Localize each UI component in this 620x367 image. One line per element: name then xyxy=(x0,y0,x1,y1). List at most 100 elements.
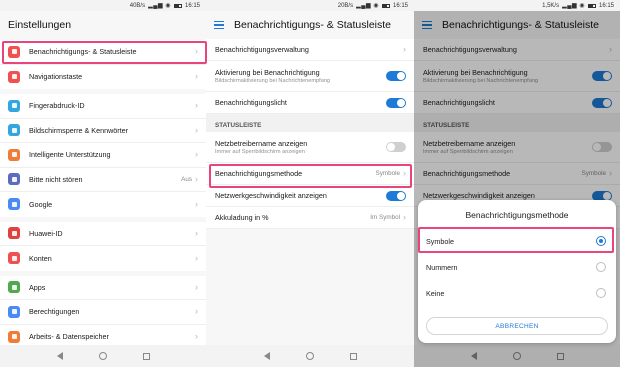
battery-icon xyxy=(381,3,390,8)
hand-icon xyxy=(8,148,20,161)
settings-section: Netzbetreibername anzeigen Immer auf Sper… xyxy=(206,132,414,229)
google-icon xyxy=(8,198,20,211)
settings-item-label: Navigationstaste xyxy=(29,72,83,82)
setting-description: Immer auf Sperrbildschirm anzeigen xyxy=(215,149,305,156)
chevron-right-icon: › xyxy=(195,46,198,57)
setting-aktivierung-bei-benachrichtigung[interactable]: Aktivierung bei Benachrichtigung Bildschi… xyxy=(206,61,414,92)
status-bar: 1,5K/s ▂▄▆ ◉ 16:15 xyxy=(414,0,620,11)
toggle-switch[interactable] xyxy=(386,71,406,81)
back-icon[interactable] xyxy=(56,352,63,360)
status-bar: 40B/s ▂▄▆ ◉ 16:15 xyxy=(0,0,206,11)
settings-item-label: Fingerabdruck-ID xyxy=(29,101,85,111)
radio-button[interactable] xyxy=(596,262,606,272)
home-icon[interactable] xyxy=(305,352,314,360)
settings-item-fingerabdruck-id[interactable]: Fingerabdruck-ID › xyxy=(0,94,206,119)
chevron-right-icon: › xyxy=(195,149,198,160)
menu-icon[interactable] xyxy=(214,21,224,29)
settings-item-label: Bitte nicht stören xyxy=(29,174,83,184)
settings-item-intelligente-unterst-tzung[interactable]: Intelligente Unterstützung › xyxy=(0,143,206,168)
settings-item-label: Google xyxy=(29,199,53,209)
settings-item-label: Bildschirmsperre & Kennwörter xyxy=(29,125,129,135)
setting-netzwerkgeschwindigkeit-anzeigen[interactable]: Netzwerkgeschwindigkeit anzeigen xyxy=(206,185,414,207)
settings-list: Benachrichtigungs- & Statusleiste › Naviga… xyxy=(0,40,206,354)
settings-item-apps[interactable]: Apps › xyxy=(0,276,206,300)
toggle-switch[interactable] xyxy=(386,142,406,152)
setting-text: Benachrichtigungsmethode xyxy=(215,169,376,178)
chevron-right-icon: › xyxy=(195,100,198,111)
settings-item-label: Berechtigungen xyxy=(29,307,80,317)
option-label: Symbole xyxy=(426,236,454,246)
setting-label: Benachrichtigungslicht xyxy=(215,98,287,107)
dialog-options: Symbole Nummern Keine xyxy=(418,228,616,306)
settings-item-label: Benachrichtigungs- & Statusleiste xyxy=(29,47,137,57)
notification-settings-list: Benachrichtigungsverwaltung › Aktivierung … xyxy=(206,39,414,229)
setting-label: Benachrichtigungsmethode xyxy=(215,169,303,178)
dialog-title: Benachrichtigungsmethode xyxy=(465,210,569,220)
home-icon[interactable] xyxy=(98,352,107,360)
radio-button[interactable] xyxy=(596,288,606,298)
chevron-right-icon: › xyxy=(403,168,406,178)
notification-settings-panel: 20B/s ▂▄▆ ◉ 16:15 Benachrichtigungs- & S… xyxy=(206,0,414,367)
notification-icon xyxy=(8,45,20,58)
setting-text: Netzwerkgeschwindigkeit anzeigen xyxy=(215,191,386,200)
navigation-bar xyxy=(206,345,414,367)
setting-label: Aktivierung bei Benachrichtigung xyxy=(215,67,320,77)
option-nummern[interactable]: Nummern xyxy=(418,254,616,280)
settings-item-label: Konten xyxy=(29,253,52,263)
recent-apps-icon[interactable] xyxy=(142,352,150,360)
settings-item-label: Arbeits- & Datenspeicher xyxy=(29,332,109,342)
notification-method-dialog: Benachrichtigungsmethode Symbole Nummern K… xyxy=(418,200,616,343)
settings-item-google[interactable]: Google › xyxy=(0,192,206,217)
chevron-right-icon: › xyxy=(195,227,198,238)
recent-apps-icon[interactable] xyxy=(349,352,357,360)
title-bar: Benachrichtigungs- & Statusleiste xyxy=(206,11,414,39)
settings-group: Fingerabdruck-ID › Bildschirmsperre & Kenn… xyxy=(0,94,206,217)
chevron-right-icon: › xyxy=(195,124,198,135)
chevron-right-icon: › xyxy=(195,281,198,292)
lock-icon xyxy=(8,124,20,137)
settings-item-konten[interactable]: Konten › xyxy=(0,246,206,271)
setting-label: Netzbetreibername anzeigen xyxy=(215,138,308,148)
setting-benachrichtigungsmethode[interactable]: Benachrichtigungsmethode Symbole › xyxy=(206,163,414,185)
settings-item-bitte-nicht-st-ren[interactable]: Bitte nicht stören Aus › xyxy=(0,168,206,192)
settings-item-benachrichtigungs-statusleiste[interactable]: Benachrichtigungs- & Statusleiste › xyxy=(0,40,206,65)
toggle-switch[interactable] xyxy=(386,97,406,108)
signal-icon: ▂▄▆ ◉ xyxy=(356,3,379,9)
apps-icon xyxy=(8,281,20,294)
chevron-right-icon: › xyxy=(403,212,406,222)
setting-akkuladung-in[interactable]: Akkuladung in % Im Symbol› xyxy=(206,207,414,229)
chevron-right-icon: › xyxy=(195,71,198,82)
setting-benachrichtigungsverwaltung[interactable]: Benachrichtigungsverwaltung › xyxy=(206,39,414,61)
back-icon[interactable] xyxy=(263,352,270,360)
network-speed: 20B/s xyxy=(337,2,354,9)
settings-item-bildschirmsperre-kennw-rter[interactable]: Bildschirmsperre & Kennwörter › xyxy=(0,119,206,143)
settings-section: Benachrichtigungsverwaltung › Aktivierung … xyxy=(206,39,414,114)
option-symbole[interactable]: Symbole xyxy=(418,228,616,254)
cancel-button[interactable]: ABBRECHEN xyxy=(426,317,608,335)
option-label: Nummern xyxy=(426,262,458,272)
status-bar: 20B/s ▂▄▆ ◉ 16:15 xyxy=(206,0,414,11)
settings-item-huawei-id[interactable]: Huawei-ID › xyxy=(0,222,206,246)
settings-item-value: Aus xyxy=(181,175,192,183)
setting-netzbetreibername-anzeigen[interactable]: Netzbetreibername anzeigen Immer auf Sper… xyxy=(206,132,414,163)
chevron-right-icon: › xyxy=(195,331,198,342)
setting-value: Symbole xyxy=(375,170,401,177)
settings-item-berechtigungen[interactable]: Berechtigungen › xyxy=(0,300,206,325)
settings-item-navigationstaste[interactable]: Navigationstaste › xyxy=(0,65,206,90)
setting-label: Akkuladung in % xyxy=(215,213,269,222)
toggle-switch[interactable] xyxy=(386,190,406,201)
settings-group: Benachrichtigungs- & Statusleiste › Naviga… xyxy=(0,40,206,89)
huawei-icon xyxy=(8,227,20,240)
option-keine[interactable]: Keine xyxy=(418,280,616,306)
storage-icon xyxy=(8,330,20,343)
section-header: STATUSLEISTE xyxy=(206,114,414,132)
setting-benachrichtigungslicht[interactable]: Benachrichtigungslicht xyxy=(206,92,414,114)
settings-item-label: Huawei-ID xyxy=(29,228,63,238)
network-speed: 1,5K/s xyxy=(542,2,560,9)
setting-value: Im Symbol xyxy=(370,214,400,221)
network-speed: 40B/s xyxy=(129,2,146,9)
chevron-right-icon: › xyxy=(195,173,198,184)
radio-button[interactable] xyxy=(596,236,606,246)
signal-icon: ▂▄▆ ◉ xyxy=(562,3,585,9)
chevron-right-icon: › xyxy=(195,198,198,209)
